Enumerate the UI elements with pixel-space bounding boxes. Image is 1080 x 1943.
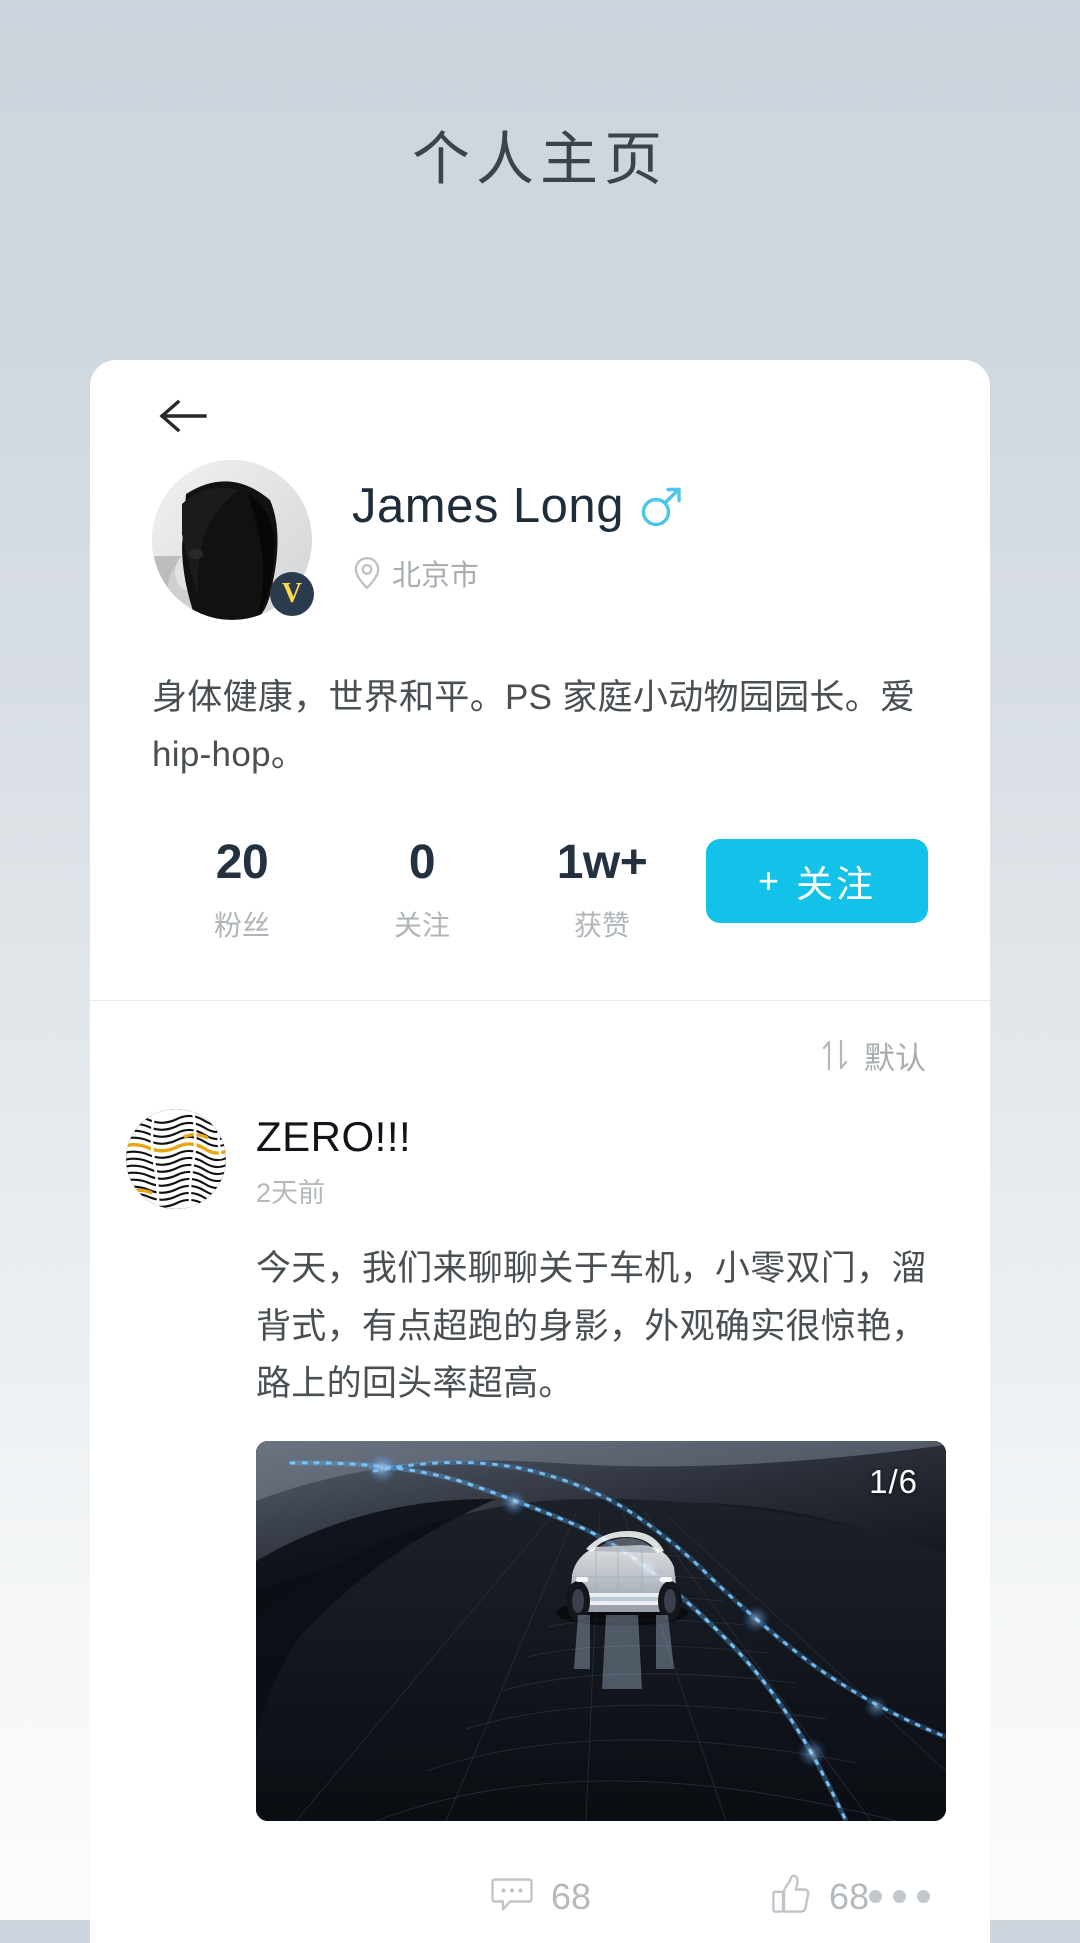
feed-toolbar: 默认 [90,1001,990,1109]
card-top-bar [90,360,990,460]
dot [917,1890,931,1904]
location-row: 北京市 [352,552,684,594]
avatar-wrap[interactable]: V [152,460,314,620]
comment-bubble-icon [491,1874,533,1919]
dot [869,1890,883,1904]
like-count: 68 [829,1875,870,1917]
comment-button[interactable]: 68 [491,1874,591,1919]
post-actions: 68 68 [126,1851,931,1943]
stat-value: 1w+ [556,836,648,890]
stat-value: 20 [215,836,269,890]
stat-label: 获赞 [573,910,630,942]
male-gender-icon [638,483,684,529]
location-text: 北京市 [392,560,480,592]
thumbs-up-icon [771,1873,811,1920]
profile-section: V James Long 北京市 身体健康，世界和平。PS 家庭小动物园园长。爱… [90,460,990,1000]
stat-label: 关注 [393,910,450,942]
location-pin-icon [352,556,382,590]
stat-likes[interactable]: 1w+ 获赞 [512,835,692,944]
like-button[interactable]: 68 [771,1873,869,1920]
sort-updown-icon [820,1038,850,1072]
follow-button[interactable]: + 关注 [706,839,928,924]
profile-bio: 身体健康，世界和平。PS 家庭小动物园园长。爱hip-hop。 [152,678,916,774]
media-counter: 1/6 [869,1462,918,1500]
post-author-avatar[interactable] [126,1109,226,1210]
post-item: ZERO!!! 2天前 今天，我们来聊聊关于车机，小零双门，溜背式，有点超跑的身… [90,1109,990,1942]
post-media[interactable]: 1/6 [256,1440,946,1821]
plus-icon: + [757,860,783,902]
sort-label: 默认 [864,1040,926,1076]
back-arrow-icon[interactable] [158,398,216,434]
stat-following[interactable]: 0 关注 [332,835,512,944]
profile-identity: V James Long 北京市 [152,460,928,620]
post-timestamp: 2天前 [256,1178,326,1209]
page-title: 个人主页 [411,127,668,192]
profile-card: V James Long 北京市 身体健康，世界和平。PS 家庭小动物园园长。爱… [90,360,990,1943]
post-header: ZERO!!! 2天前 [126,1109,928,1210]
sort-control[interactable]: 默认 [820,1033,926,1078]
stat-followers[interactable]: 20 粉丝 [152,835,332,944]
dot [893,1890,907,1904]
profile-info: James Long 北京市 [352,460,684,594]
username-row: James Long [352,478,684,534]
follow-button-label: 关注 [796,864,877,906]
stat-value: 0 [408,836,436,890]
post-body: 今天，我们来聊聊关于车机，小零双门，溜背式，有点超跑的身影，外观确实很惊艳，路上… [256,1249,927,1404]
post-author-name[interactable]: ZERO!!! [256,1113,411,1161]
more-dots-icon[interactable] [869,1890,931,1904]
comment-count: 68 [551,1875,592,1917]
verified-badge: V [270,572,314,616]
post-meta: ZERO!!! 2天前 [256,1109,411,1210]
username: James Long [352,479,624,533]
profile-stats: 20 粉丝 0 关注 1w+ 获赞 + 关注 [152,835,928,1000]
stat-label: 粉丝 [213,910,270,942]
